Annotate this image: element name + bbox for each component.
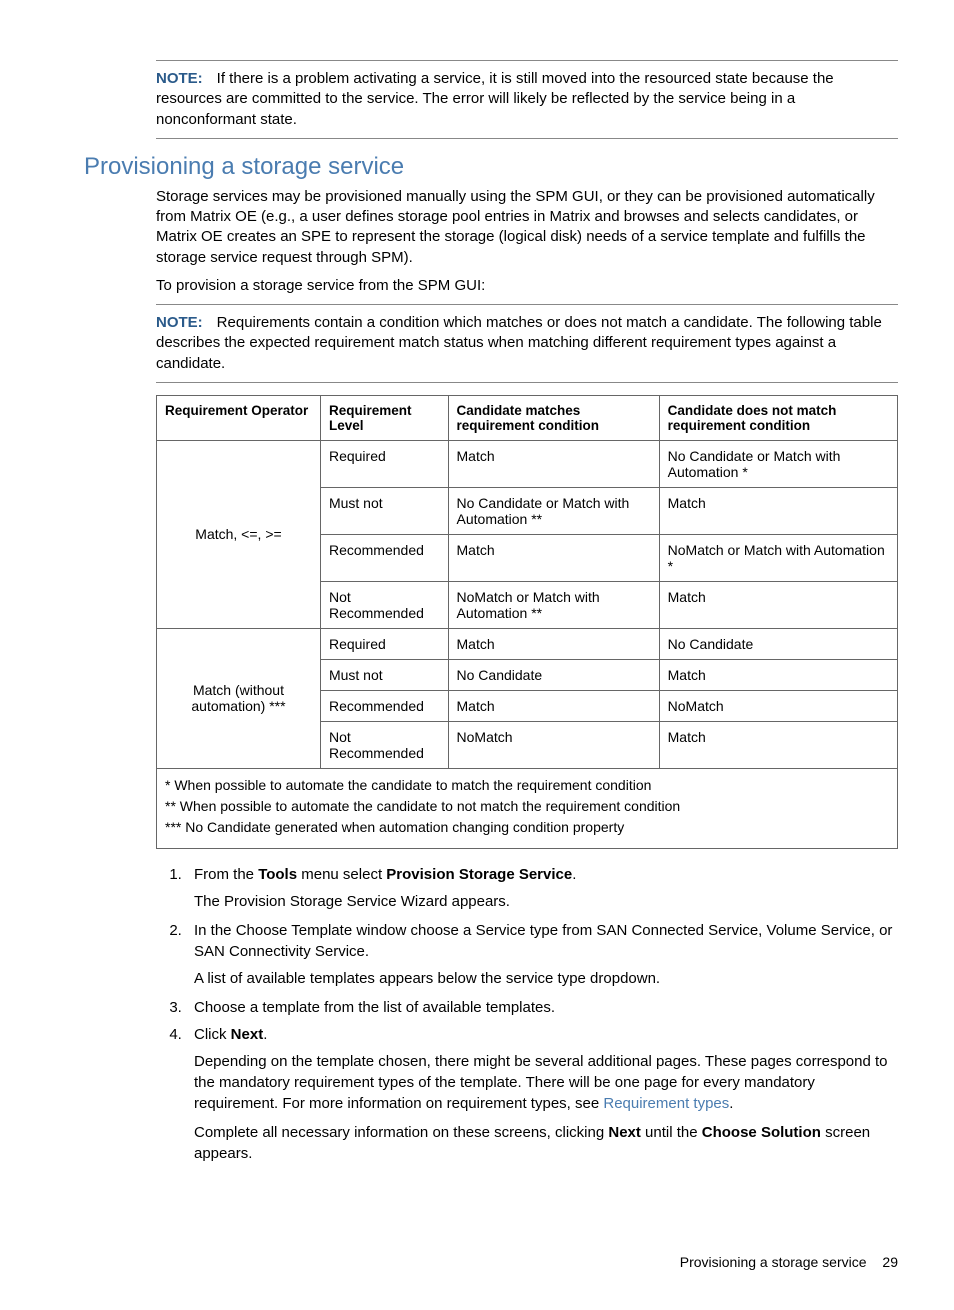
bold-provision: Provision Storage Service bbox=[386, 866, 572, 883]
td: NoMatch bbox=[659, 690, 897, 721]
link-requirement-types[interactable]: Requirement types bbox=[603, 1095, 729, 1112]
text: Complete all necessary information on th… bbox=[194, 1124, 608, 1141]
td: NoMatch bbox=[448, 721, 659, 768]
td: Recommended bbox=[320, 534, 448, 581]
td: Match bbox=[448, 440, 659, 487]
step-sub: A list of available templates appears be… bbox=[194, 968, 898, 989]
footnote: * When possible to automate the candidat… bbox=[165, 775, 889, 796]
td: NoMatch or Match with Automation * bbox=[659, 534, 897, 581]
step-text: Choose a template from the list of avail… bbox=[194, 997, 898, 1018]
text: Depending on the template chosen, there … bbox=[194, 1053, 888, 1112]
td: Match bbox=[448, 690, 659, 721]
section-heading: Provisioning a storage service bbox=[84, 153, 898, 181]
text: menu select bbox=[297, 866, 386, 883]
th-nomatch: Candidate does not match requirement con… bbox=[659, 395, 897, 440]
note-label: NOTE: bbox=[156, 70, 203, 87]
th-level: Requirement Level bbox=[320, 395, 448, 440]
td-operator: Match (without automation) *** bbox=[157, 628, 321, 768]
table-footnotes: * When possible to automate the candidat… bbox=[156, 769, 898, 849]
td: Must not bbox=[320, 659, 448, 690]
note-text: If there is a problem activating a servi… bbox=[156, 70, 834, 128]
td: Must not bbox=[320, 487, 448, 534]
step-4: Click Next. Depending on the template ch… bbox=[186, 1024, 898, 1164]
steps-list: From the Tools menu select Provision Sto… bbox=[156, 864, 898, 1164]
td: No Candidate bbox=[659, 628, 897, 659]
text: . bbox=[263, 1026, 267, 1043]
bold-choose-solution: Choose Solution bbox=[702, 1124, 821, 1141]
td: Match bbox=[659, 487, 897, 534]
bold-tools: Tools bbox=[258, 866, 297, 883]
td: No Candidate or Match with Automation * bbox=[659, 440, 897, 487]
td: No Candidate bbox=[448, 659, 659, 690]
step-sub: The Provision Storage Service Wizard app… bbox=[194, 891, 898, 912]
intro-paragraph: Storage services may be provisioned manu… bbox=[156, 187, 898, 268]
td: Match bbox=[448, 534, 659, 581]
page-content: NOTE:If there is a problem activating a … bbox=[0, 0, 954, 1310]
td: Not Recommended bbox=[320, 581, 448, 628]
td: Required bbox=[320, 440, 448, 487]
step-text: In the Choose Template window choose a S… bbox=[194, 920, 898, 962]
td: Match bbox=[659, 721, 897, 768]
page-number: 29 bbox=[882, 1254, 898, 1270]
td: Match bbox=[659, 581, 897, 628]
note-box-2: NOTE:Requirements contain a condition wh… bbox=[156, 304, 898, 383]
th-operator: Requirement Operator bbox=[157, 395, 321, 440]
step-3: Choose a template from the list of avail… bbox=[186, 997, 898, 1018]
note-label: NOTE: bbox=[156, 314, 203, 331]
text: . bbox=[572, 866, 576, 883]
page-footer: Provisioning a storage service 29 bbox=[84, 1254, 898, 1270]
intro-paragraph-2: To provision a storage service from the … bbox=[156, 276, 898, 296]
td: No Candidate or Match with Automation ** bbox=[448, 487, 659, 534]
requirements-table: Requirement Operator Requirement Level C… bbox=[156, 395, 898, 769]
text: . bbox=[729, 1095, 733, 1112]
bold-next: Next bbox=[608, 1124, 641, 1141]
footnote: *** No Candidate generated when automati… bbox=[165, 817, 889, 838]
step-2: In the Choose Template window choose a S… bbox=[186, 920, 898, 989]
text: Click bbox=[194, 1026, 231, 1043]
td: Required bbox=[320, 628, 448, 659]
td: Match bbox=[448, 628, 659, 659]
td: Match bbox=[659, 659, 897, 690]
td-operator: Match, <=, >= bbox=[157, 440, 321, 628]
note-text: Requirements contain a condition which m… bbox=[156, 314, 882, 372]
td: Recommended bbox=[320, 690, 448, 721]
td: Not Recommended bbox=[320, 721, 448, 768]
note-box-1: NOTE:If there is a problem activating a … bbox=[156, 60, 898, 139]
th-match: Candidate matches requirement condition bbox=[448, 395, 659, 440]
td: NoMatch or Match with Automation ** bbox=[448, 581, 659, 628]
text: From the bbox=[194, 866, 258, 883]
footnote: ** When possible to automate the candida… bbox=[165, 796, 889, 817]
step-1: From the Tools menu select Provision Sto… bbox=[186, 864, 898, 912]
text: until the bbox=[641, 1124, 702, 1141]
footer-title: Provisioning a storage service bbox=[680, 1254, 867, 1270]
bold-next: Next bbox=[231, 1026, 264, 1043]
